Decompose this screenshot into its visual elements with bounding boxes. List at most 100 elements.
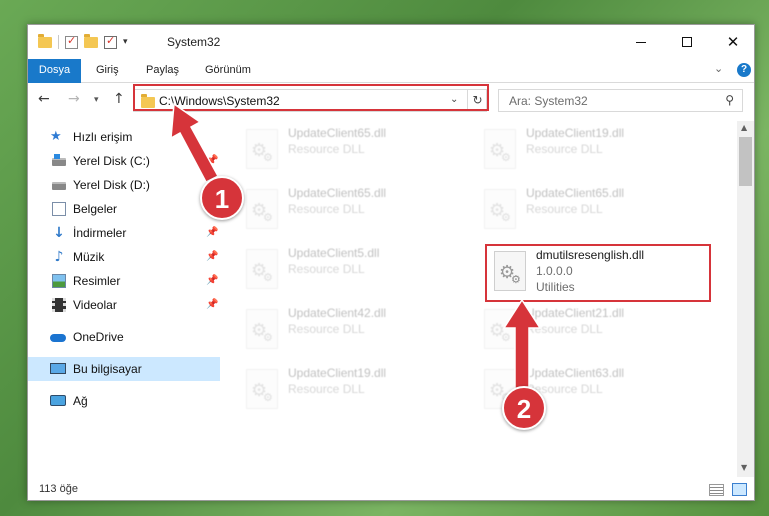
expand-ribbon-icon[interactable]: ⌄ bbox=[714, 62, 723, 75]
properties-icon[interactable] bbox=[65, 34, 78, 49]
new-folder-icon[interactable] bbox=[84, 33, 98, 48]
close-icon: ✕ bbox=[726, 32, 740, 51]
sidebar-item-label: Bu bilgisayar bbox=[73, 362, 142, 376]
sidebar-item-label: Yerel Disk (D:) bbox=[73, 178, 150, 192]
file-description: Resource DLL bbox=[526, 142, 603, 156]
step-2-badge: 2 bbox=[502, 386, 546, 430]
file-item[interactable]: UpdateClient19.dll Resource DLL bbox=[474, 123, 710, 179]
status-bar: 113 öğe bbox=[28, 479, 754, 500]
tab-home[interactable]: Giriş bbox=[96, 59, 119, 82]
file-name: UpdateClient19.dll bbox=[526, 126, 625, 140]
large-icons-view-icon[interactable] bbox=[732, 483, 747, 496]
drive-icon bbox=[52, 182, 66, 190]
sidebar-item-label: Belgeler bbox=[73, 202, 118, 216]
pin-icon[interactable]: 📌 bbox=[206, 251, 218, 262]
file-description: Resource DLL bbox=[526, 202, 603, 216]
file-item[interactable]: UpdateClient5.dll Resource DLL bbox=[236, 243, 472, 299]
dll-file-icon bbox=[484, 129, 516, 169]
sidebar-item-label: İndirmeler bbox=[73, 226, 127, 240]
dll-file-icon bbox=[484, 189, 516, 229]
sidebar-item-documents[interactable]: Belgeler bbox=[28, 197, 220, 221]
minimize-icon bbox=[636, 41, 646, 43]
window-title: System32 bbox=[167, 35, 221, 49]
recent-locations-icon[interactable]: ▾ bbox=[94, 95, 99, 105]
pin-icon[interactable]: 📌 bbox=[206, 227, 218, 238]
tab-share[interactable]: Paylaş bbox=[146, 59, 179, 82]
sidebar-item-downloads[interactable]: ↓ İndirmeler 📌 bbox=[28, 221, 220, 245]
file-description: Resource DLL bbox=[288, 202, 365, 216]
sidebar-item-label: Müzik bbox=[73, 250, 105, 264]
sidebar-item-pictures[interactable]: Resimler 📌 bbox=[28, 269, 220, 293]
maximize-button[interactable] bbox=[664, 25, 710, 59]
file-description: Resource DLL bbox=[288, 142, 365, 156]
sidebar-item-onedrive[interactable]: OneDrive bbox=[28, 325, 220, 349]
cloud-icon bbox=[50, 334, 66, 342]
close-button[interactable]: ✕ bbox=[710, 25, 754, 59]
file-name: UpdateClient19.dll bbox=[288, 366, 387, 380]
dll-file-icon bbox=[246, 129, 278, 169]
file-name: UpdateClient65.dll bbox=[526, 186, 625, 200]
dll-file-icon bbox=[246, 249, 278, 289]
file-name: UpdateClient42.dll bbox=[288, 306, 387, 320]
file-item[interactable]: UpdateClient65.dll Resource DLL bbox=[236, 183, 472, 239]
file-description: Resource DLL bbox=[288, 322, 365, 336]
scroll-down-icon[interactable]: ▼ bbox=[741, 463, 747, 472]
back-arrow-icon[interactable]: ← bbox=[38, 91, 50, 107]
documents-icon bbox=[52, 202, 66, 216]
dll-file-icon bbox=[246, 189, 278, 229]
star-icon: ★ bbox=[50, 129, 62, 144]
up-arrow-icon[interactable]: ↑ bbox=[113, 91, 125, 107]
dll-file-icon bbox=[246, 309, 278, 349]
file-name: UpdateClient5.dll bbox=[288, 246, 380, 260]
forward-arrow-icon[interactable]: → bbox=[68, 91, 80, 107]
title-bar: ▾ System32 ✕ bbox=[28, 25, 754, 61]
chevron-down-icon[interactable]: ▾ bbox=[123, 37, 128, 47]
pin-icon[interactable]: 📌 bbox=[206, 275, 218, 286]
sidebar-item-label: Hızlı erişim bbox=[73, 130, 133, 144]
network-icon bbox=[50, 395, 66, 406]
minimize-button[interactable] bbox=[618, 25, 664, 59]
pin-icon[interactable]: 📌 bbox=[206, 299, 218, 310]
pictures-icon bbox=[52, 274, 66, 288]
search-input[interactable]: Ara: System32 ⚲ bbox=[498, 89, 743, 112]
file-item[interactable]: UpdateClient19.dll Resource DLL bbox=[236, 363, 472, 419]
step-1-badge: 1 bbox=[200, 176, 244, 220]
dll-file-icon bbox=[246, 369, 278, 409]
maximize-icon bbox=[682, 37, 692, 47]
drive-icon bbox=[52, 154, 66, 166]
file-name: UpdateClient65.dll bbox=[288, 186, 387, 200]
sidebar-item-label: Yerel Disk (C:) bbox=[73, 154, 150, 168]
sidebar-item-videos[interactable]: Videolar 📌 bbox=[28, 293, 220, 317]
folder-icon bbox=[38, 33, 52, 48]
file-name: UpdateClient65.dll bbox=[288, 126, 387, 140]
sidebar-item-music[interactable]: ♪ Müzik 📌 bbox=[28, 245, 220, 269]
file-item[interactable]: UpdateClient65.dll Resource DLL bbox=[474, 183, 710, 239]
sidebar-item-label: OneDrive bbox=[73, 330, 124, 344]
vertical-scrollbar[interactable]: ▲ ▼ bbox=[737, 121, 754, 477]
sidebar-item-this-pc[interactable]: Bu bilgisayar bbox=[28, 357, 220, 381]
download-icon: ↓ bbox=[53, 225, 65, 241]
help-icon[interactable]: ? bbox=[737, 63, 751, 77]
ribbon-tabs: Dosya Giriş Paylaş Görünüm ⌄ ? bbox=[28, 59, 754, 115]
scroll-up-icon[interactable]: ▲ bbox=[741, 123, 747, 132]
tab-view[interactable]: Görünüm bbox=[205, 59, 251, 82]
toolbar-divider bbox=[58, 35, 59, 49]
sidebar-item-label: Ağ bbox=[73, 394, 88, 408]
file-item[interactable]: UpdateClient65.dll Resource DLL bbox=[236, 123, 472, 179]
computer-icon bbox=[50, 363, 66, 374]
sidebar-item-label: Resimler bbox=[73, 274, 121, 288]
item-count: 113 öğe bbox=[39, 483, 78, 495]
search-icon[interactable]: ⚲ bbox=[725, 93, 734, 107]
file-description: Resource DLL bbox=[288, 382, 365, 396]
music-icon: ♪ bbox=[54, 249, 64, 265]
details-view-icon[interactable] bbox=[709, 484, 724, 496]
search-placeholder: Ara: System32 bbox=[509, 94, 588, 108]
quick-access-toolbar: ▾ bbox=[38, 33, 128, 49]
scrollbar-thumb[interactable] bbox=[739, 137, 752, 186]
sidebar-item-label: Videolar bbox=[73, 298, 117, 312]
customize-icon[interactable] bbox=[104, 34, 117, 49]
videos-icon bbox=[52, 298, 66, 312]
file-item[interactable]: UpdateClient42.dll Resource DLL bbox=[236, 303, 472, 359]
file-highlight-box bbox=[485, 244, 711, 302]
sidebar-item-network[interactable]: Ağ bbox=[28, 389, 220, 413]
